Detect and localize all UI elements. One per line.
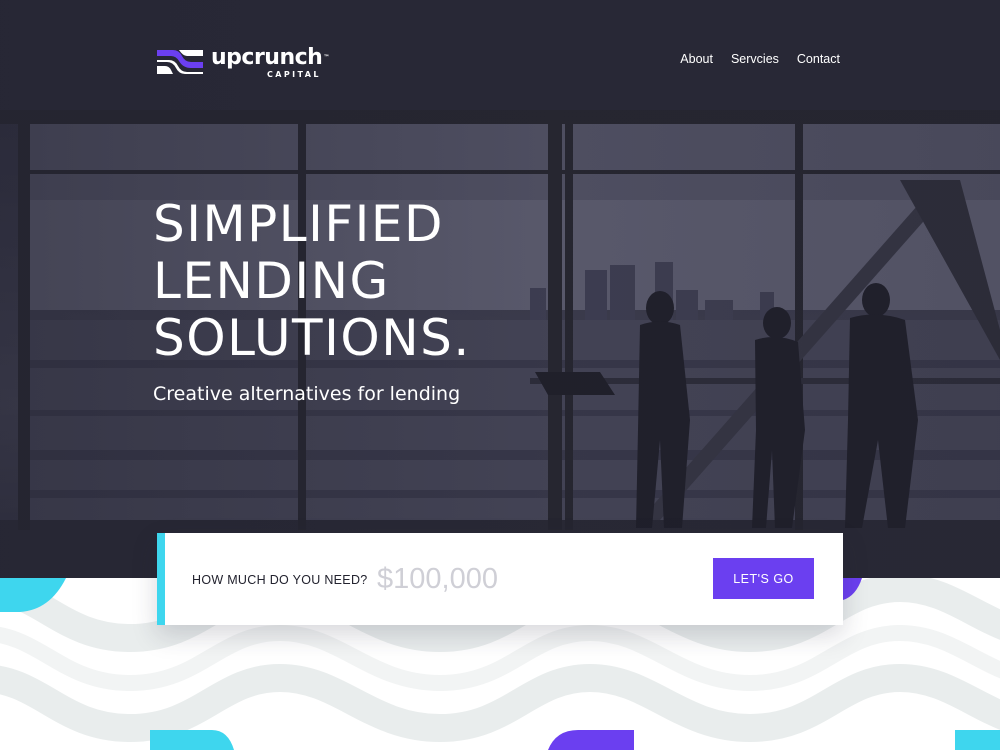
nav-link-contact[interactable]: Contact (797, 51, 840, 67)
brand-name: upcrunch (211, 45, 323, 70)
brand-subtitle: CAPITAL (267, 70, 321, 79)
hero-subheadline: Creative alternatives for lending (153, 383, 461, 405)
brand-logo[interactable]: upcrunch™ CAPITAL (157, 46, 329, 80)
loan-amount-form: HOW MUCH DO YOU NEED? LET'S GO (157, 533, 843, 625)
hero-headline: SIMPLIFIED LENDING SOLUTIONS. (153, 196, 471, 367)
nav-link-services[interactable]: Servcies (731, 51, 779, 67)
loan-amount-label: HOW MUCH DO YOU NEED? (192, 573, 368, 587)
headline-line-2: LENDING (153, 252, 390, 310)
lets-go-button[interactable]: LET'S GO (713, 558, 814, 599)
nav-link-about[interactable]: About (680, 51, 713, 67)
hero-overlay (0, 0, 1000, 578)
loan-amount-input[interactable] (377, 561, 577, 597)
headline-line-1: SIMPLIFIED (153, 195, 444, 253)
trademark-symbol: ™ (323, 54, 329, 61)
hero-section: upcrunch™ CAPITAL About Servcies Contact… (0, 0, 1000, 578)
main-nav: About Servcies Contact (680, 51, 840, 67)
logo-mark-icon (157, 50, 203, 74)
headline-line-3: SOLUTIONS. (153, 309, 471, 367)
